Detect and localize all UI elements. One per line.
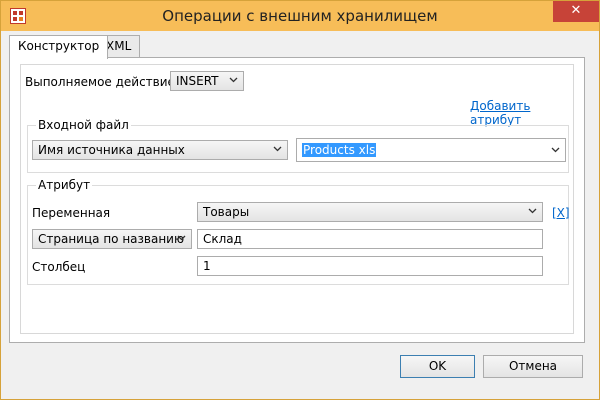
remove-attribute-link[interactable]: [X] [552, 206, 570, 220]
column-label: Столбец [32, 260, 86, 274]
action-select[interactable]: INSERT [170, 71, 244, 91]
chevron-down-icon [229, 77, 238, 83]
chevron-down-icon [551, 147, 560, 153]
chevron-down-icon [528, 208, 537, 214]
source-type-value: Имя источника данных [38, 143, 185, 157]
tab-panel-constructor: Выполняемое действие INSERT Добавить атр… [9, 57, 585, 343]
attribute-group: Атрибут Переменная Товары [X] Страница п… [27, 178, 570, 285]
chevron-down-icon [177, 235, 186, 241]
cancel-button[interactable]: Отмена [483, 355, 583, 378]
page-name-value: Склад [203, 232, 242, 246]
source-type-select[interactable]: Имя источника данных [32, 140, 288, 160]
action-select-value: INSERT [176, 74, 219, 88]
chevron-down-icon [273, 146, 282, 152]
page-mode-value: Страница по названию [38, 232, 185, 246]
add-attribute-link[interactable]: Добавить атрибут [470, 99, 573, 127]
source-value-combobox[interactable]: Products xls [296, 138, 566, 162]
window-title: Операции с внешним хранилищем [162, 7, 438, 25]
column-input[interactable]: 1 [197, 256, 543, 276]
close-icon: ✕ [570, 3, 582, 18]
variable-label: Переменная [32, 206, 111, 220]
ok-button[interactable]: OK [400, 355, 475, 378]
selected-source-text: Products xls [302, 143, 377, 157]
page-mode-select[interactable]: Страница по названию [32, 229, 192, 249]
variable-select[interactable]: Товары [197, 202, 543, 222]
tab-constructor[interactable]: Конструктор [9, 35, 109, 59]
source-value-text: Products xls [302, 143, 377, 157]
attribute-title: Атрибут [36, 178, 93, 192]
input-file-title: Входной файл [36, 118, 131, 132]
constructor-area: Выполняемое действие INSERT Добавить атр… [20, 64, 574, 334]
close-button[interactable]: ✕ [553, 1, 599, 22]
action-label: Выполняемое действие [25, 75, 175, 89]
dialog-window: Операции с внешним хранилищем ✕ Конструк… [0, 0, 600, 400]
input-file-group: Входной файл Имя источника данных Produc… [27, 118, 569, 173]
variable-value: Товары [203, 205, 250, 219]
title-bar[interactable]: Операции с внешним хранилищем ✕ [1, 1, 599, 31]
column-value: 1 [203, 259, 211, 273]
page-name-input[interactable]: Склад [197, 229, 543, 249]
